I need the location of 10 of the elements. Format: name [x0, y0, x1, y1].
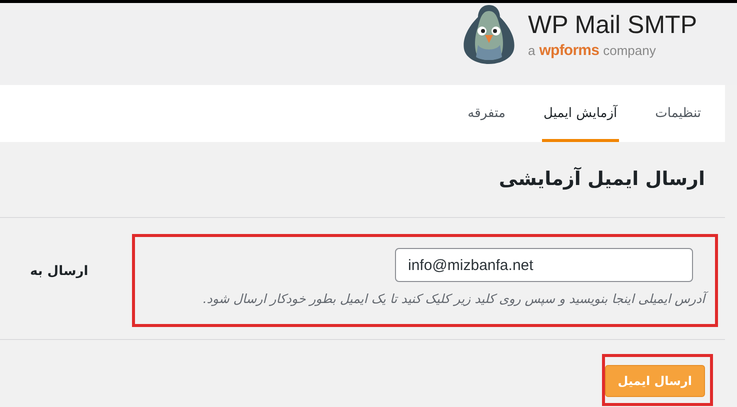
- field-label: ارسال به: [30, 264, 88, 279]
- email-input-field[interactable]: info@mizbanfa.net: [395, 248, 693, 282]
- tab[interactable]: آزمایش ایمیل: [542, 85, 620, 142]
- brand-name: wpforms: [539, 41, 600, 61]
- tagline-text: a: [528, 42, 536, 60]
- tab[interactable]: متفرقه: [466, 85, 508, 142]
- tagline-text: company: [603, 42, 656, 60]
- tab[interactable]: تنظیمات: [653, 85, 703, 142]
- product-name: WP Mail SMTP: [528, 10, 697, 40]
- section-title: ارسال ایمیل آزمایشی: [498, 166, 705, 192]
